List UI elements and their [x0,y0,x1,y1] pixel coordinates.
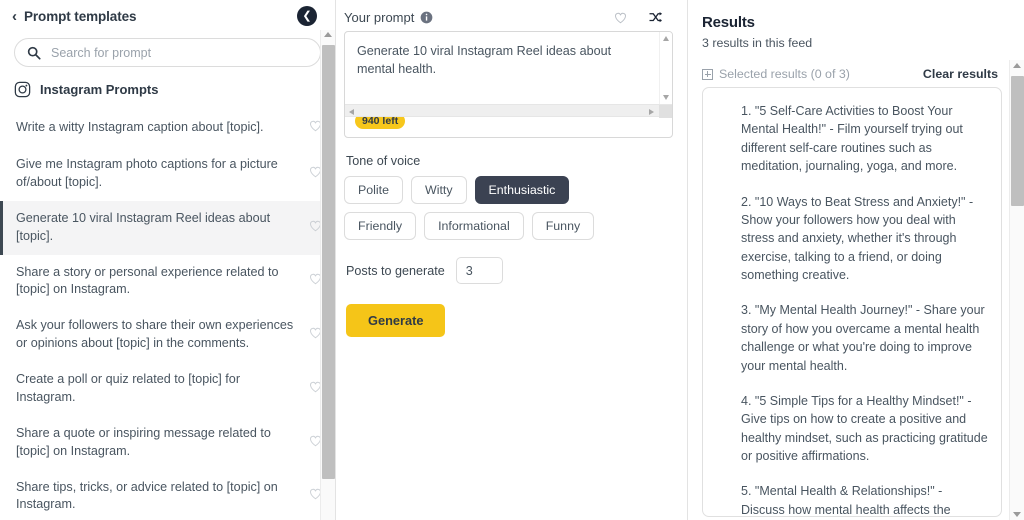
scroll-left-icon[interactable] [349,108,354,115]
tone-chip-informational[interactable]: Informational [424,212,524,240]
prompt-textarea-value: Generate 10 viral Instagram Reel ideas a… [357,44,612,77]
instagram-icon [14,81,31,98]
prompt-template-item[interactable]: Generate 10 viral Instagram Reel ideas a… [0,200,335,255]
tone-of-voice-options[interactable]: Polite Witty Enthusiastic Friendly Informati… [344,176,644,240]
prompt-template-label: Give me Instagram photo captions for a p… [16,157,278,189]
textarea-vertical-scrollbar[interactable] [659,32,672,104]
prompt-textarea-card[interactable]: Generate 10 viral Instagram Reel ideas a… [344,31,673,138]
search-input[interactable] [51,45,308,60]
prompt-template-label: Share a quote or inspiring message relat… [16,425,271,458]
info-icon[interactable] [420,11,433,24]
results-feed[interactable]: 1. "5 Self-Care Activities to Boost Your… [702,87,1002,517]
prompt-editor-panel: Your prompt Generate 10 viral Instagram … [336,0,688,520]
tone-chip-witty[interactable]: Witty [411,176,467,204]
clear-results-button[interactable]: Clear results [923,67,998,81]
scroll-up-icon[interactable] [1013,63,1021,68]
prompt-editor-title: Your prompt [344,10,415,25]
plus-box-icon[interactable] [702,68,713,80]
results-panel: Results 3 results in this feed Selected … [688,0,1024,520]
result-item[interactable]: 4. "5 Simple Tips for a Healthy Mindset!… [741,392,989,466]
result-item[interactable]: 3. "My Mental Health Journey!" - Share y… [741,301,989,375]
prompt-editor-actions [613,10,671,25]
result-item[interactable]: 5. "Mental Health & Relationships!" - Di… [741,482,989,516]
prompt-textarea[interactable]: Generate 10 viral Instagram Reel ideas a… [345,32,672,104]
generate-button[interactable]: Generate [346,304,446,337]
tone-chip-enthusiastic[interactable]: Enthusiastic [474,176,570,204]
prompt-template-label: Share tips, tricks, or advice related to… [16,479,278,512]
search-box[interactable] [14,38,321,67]
scrollbar-thumb[interactable] [322,45,335,479]
prompt-template-list[interactable]: Write a witty Instagram caption about [t… [0,109,335,520]
search-icon [27,46,41,60]
page-title: Prompt templates [24,8,137,24]
prompt-template-item[interactable]: Share a story or personal experience rel… [0,255,335,309]
category-instagram-prompts[interactable]: Instagram Prompts [0,67,335,109]
scroll-up-icon[interactable] [663,36,669,41]
selected-results-label: Selected results (0 of 3) [719,67,850,81]
prompt-templates-panel: ‹ Prompt templates ❮ Instagram Prompts W… [0,0,336,520]
collapse-panel-icon[interactable]: ❮ [297,6,317,26]
prompt-template-item[interactable]: Share tips, tricks, or advice related to… [0,470,335,520]
prompt-template-label: Ask your followers to share their own ex… [16,318,294,351]
scroll-up-icon[interactable] [324,32,332,37]
category-label: Instagram Prompts [40,82,159,97]
scrollbar-corner [659,105,672,118]
sidebar-header: ‹ Prompt templates ❮ [0,0,335,34]
tone-chip-friendly[interactable]: Friendly [344,212,417,240]
scroll-right-icon[interactable] [649,108,654,115]
result-item[interactable]: 2. "10 Ways to Beat Stress and Anxiety!"… [741,193,989,285]
tone-of-voice-label: Tone of voice [346,154,421,168]
prompt-editor-header: Your prompt [344,6,673,31]
results-title: Results [702,14,755,31]
tone-chip-polite[interactable]: Polite [344,176,403,204]
textarea-horizontal-scrollbar[interactable] [345,104,672,118]
chevron-left-icon[interactable]: ‹ [12,9,17,24]
posts-to-generate-label: Posts to generate [346,263,445,278]
prompt-template-item[interactable]: Share a quote or inspiring message relat… [0,416,335,470]
prompt-template-label: Create a poll or quiz related to [topic]… [16,372,241,404]
scrollbar-thumb[interactable] [1011,76,1024,206]
prompt-template-label: Generate 10 viral Instagram Reel ideas a… [16,210,271,243]
search-container [0,34,335,67]
shuffle-icon[interactable] [648,10,663,25]
selected-results-row: Selected results (0 of 3) Clear results [702,67,1024,81]
app-root: ‹ Prompt templates ❮ Instagram Prompts W… [0,0,1024,520]
prompt-template-item[interactable]: Create a poll or quiz related to [topic]… [0,362,335,416]
heart-icon[interactable] [613,10,628,25]
scroll-down-icon[interactable] [1013,512,1021,517]
result-item[interactable]: 1. "5 Self-Care Activities to Boost Your… [741,102,989,176]
scroll-down-icon[interactable] [663,95,669,100]
posts-to-generate-row: Posts to generate [346,257,673,284]
sidebar-scrollbar[interactable] [320,30,335,520]
posts-to-generate-input[interactable] [455,257,503,284]
results-scrollbar[interactable] [1009,60,1024,520]
prompt-template-label: Write a witty Instagram caption about [t… [16,120,264,135]
tone-chip-funny[interactable]: Funny [531,212,595,240]
prompt-template-item[interactable]: Give me Instagram photo captions for a p… [0,147,335,201]
results-subtitle: 3 results in this feed [702,36,813,50]
prompt-template-item[interactable]: Write a witty Instagram caption about [t… [0,109,335,147]
prompt-template-item[interactable]: Ask your followers to share their own ex… [0,308,335,362]
prompt-template-label: Share a story or personal experience rel… [16,264,279,297]
